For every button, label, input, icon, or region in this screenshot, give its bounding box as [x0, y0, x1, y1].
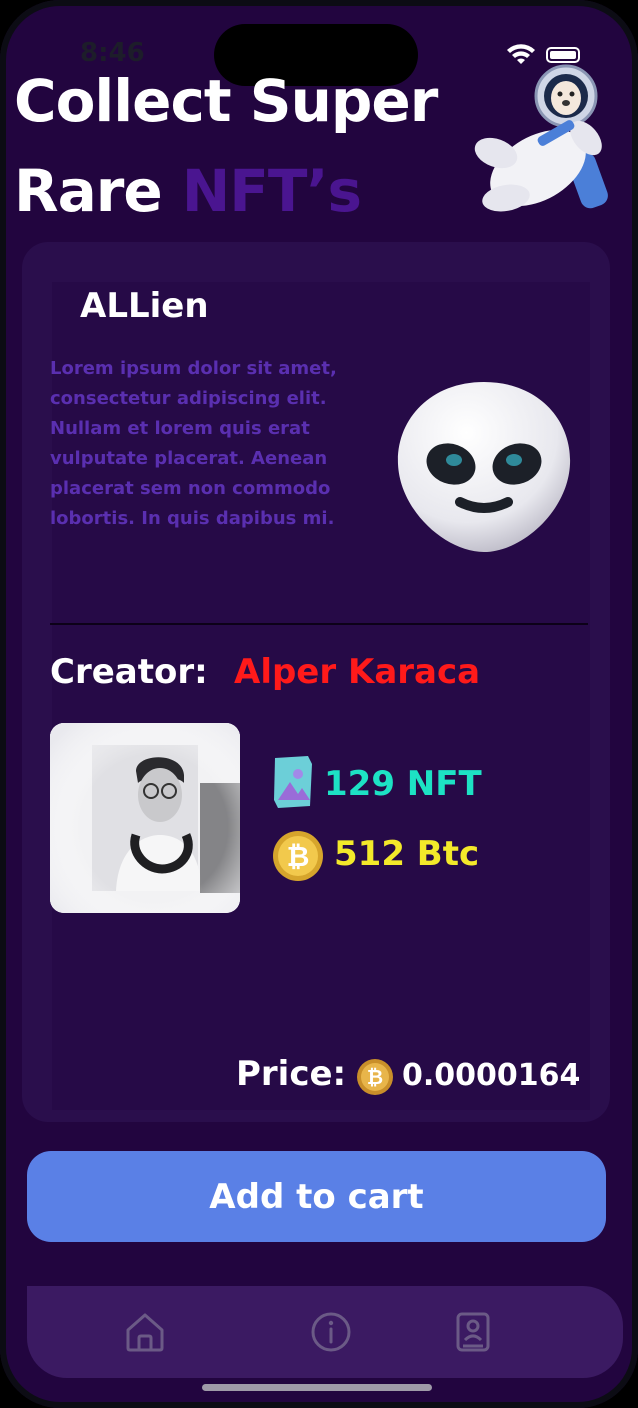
creator-name[interactable]: Alper Karaca — [234, 652, 480, 692]
btc-count: 512 Btc — [334, 834, 480, 874]
bitcoin-coin-icon: ₿ — [273, 831, 323, 881]
nft-description: Lorem ipsum dolor sit amet, consectetur … — [50, 358, 337, 529]
add-to-cart-button[interactable]: Add to cart — [27, 1151, 606, 1242]
astronaut-dog-image — [474, 64, 608, 212]
section-divider — [50, 623, 588, 625]
bottom-tab-bar — [27, 1286, 623, 1378]
price-bitcoin-icon: ₿ — [357, 1059, 393, 1095]
phone-screen: 8:46 Collect Super Rare NFT’s ALLien Lore… — [0, 0, 638, 1408]
price-value: 0.0000164 — [402, 1058, 581, 1093]
nft-picture-icon — [274, 756, 312, 808]
svg-text:₿: ₿ — [367, 1065, 383, 1089]
title-line-2: Rare NFT’s — [14, 146, 437, 236]
alien-nft-image — [397, 382, 571, 552]
nft-count: 129 NFT — [324, 764, 482, 804]
title-line-1: Collect Super — [14, 67, 438, 135]
title-accent: NFT’s — [181, 157, 362, 225]
creator-avatar[interactable] — [50, 723, 240, 913]
creator-label: Creator: — [50, 652, 208, 692]
page-title: Collect Super Rare NFT’s — [14, 56, 438, 236]
home-icon[interactable] — [123, 1310, 167, 1354]
price-label: Price: — [236, 1054, 347, 1094]
home-indicator[interactable] — [202, 1384, 432, 1391]
svg-text:₿: ₿ — [287, 840, 310, 873]
info-icon[interactable] — [309, 1310, 353, 1354]
nft-name: ALLien — [80, 286, 209, 326]
title-rare: Rare — [14, 157, 163, 225]
contacts-book-icon[interactable] — [451, 1310, 495, 1354]
